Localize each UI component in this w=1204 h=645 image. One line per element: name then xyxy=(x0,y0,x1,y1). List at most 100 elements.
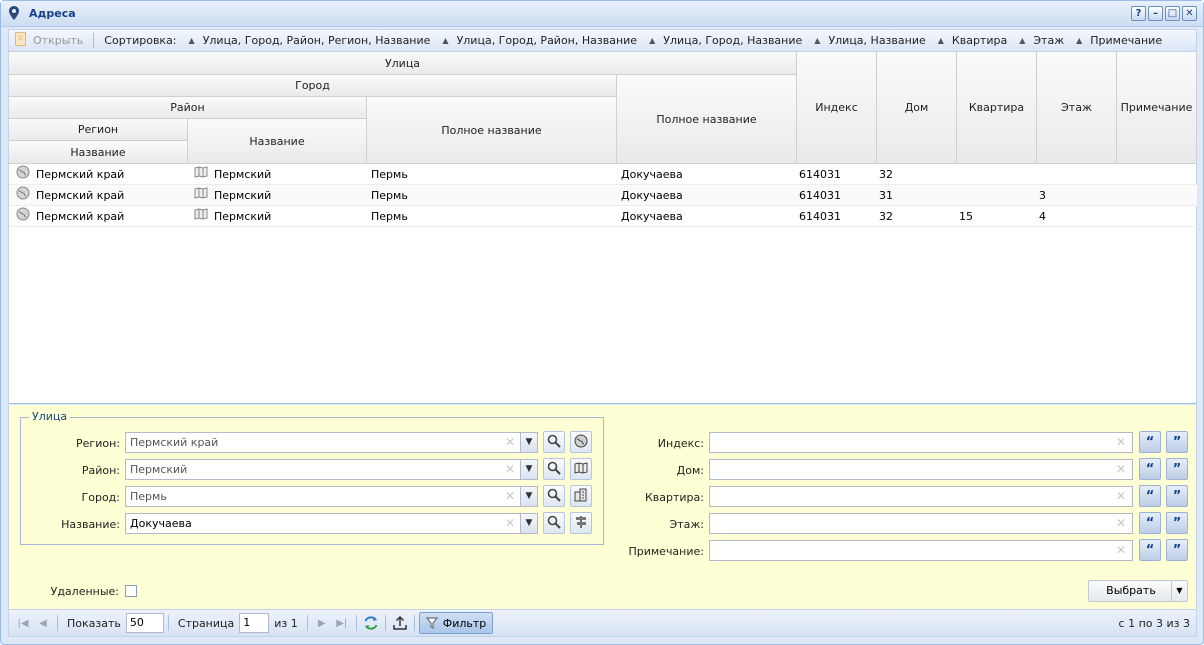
table-row[interactable]: Пермский край Пермский Пермь Докучаева 6… xyxy=(9,185,1197,206)
city-combo[interactable]: Пермь ✕ ▼ xyxy=(125,486,538,507)
clear-icon[interactable]: ✕ xyxy=(1116,487,1126,506)
chevron-down-icon[interactable]: ▼ xyxy=(520,487,537,506)
house-quote-open-button[interactable]: “ xyxy=(1139,458,1161,480)
search-icon xyxy=(547,434,561,451)
sort-option-5[interactable]: ▲ Квартира xyxy=(932,30,1013,51)
header-apartment[interactable]: Квартира xyxy=(957,52,1037,164)
sort-option-4[interactable]: ▲ Улица, Название xyxy=(808,30,931,51)
clear-icon[interactable]: ✕ xyxy=(1116,433,1126,452)
note-quote-close-button[interactable]: ” xyxy=(1166,539,1188,561)
header-region-name[interactable]: Название xyxy=(9,141,188,164)
search-icon xyxy=(547,515,561,532)
cell-region: Пермский край xyxy=(16,164,124,185)
clear-icon[interactable]: ✕ xyxy=(505,487,515,506)
header-street-full-name[interactable]: Полное название xyxy=(617,75,797,164)
index-quote-open-button[interactable]: “ xyxy=(1139,431,1161,453)
close-icon[interactable]: ✕ xyxy=(1182,6,1197,21)
page-size-input[interactable]: 50 xyxy=(125,613,164,633)
select-button[interactable]: Выбрать ▼ xyxy=(1088,580,1188,602)
apartment-field[interactable]: ✕ xyxy=(709,486,1133,507)
region-combo[interactable]: Пермский край ✕ ▼ xyxy=(125,432,538,453)
search-icon xyxy=(547,461,561,478)
export-icon[interactable] xyxy=(390,613,410,633)
apartment-quote-close-button[interactable]: ” xyxy=(1166,485,1188,507)
last-page-icon[interactable]: ▶| xyxy=(332,613,352,633)
deleted-checkbox[interactable] xyxy=(125,585,137,597)
header-city-full-name[interactable]: Полное название xyxy=(367,97,617,164)
clear-icon[interactable]: ✕ xyxy=(505,514,515,533)
note-quote-open-button[interactable]: “ xyxy=(1139,539,1161,561)
sort-option-1[interactable]: ▲ Улица, Город, Район, Регион, Название xyxy=(183,30,437,51)
region-search-button[interactable] xyxy=(543,431,565,453)
district-search-button[interactable] xyxy=(543,458,565,480)
index-quote-close-button[interactable]: ” xyxy=(1166,431,1188,453)
clear-icon[interactable]: ✕ xyxy=(1116,541,1126,560)
header-index[interactable]: Индекс xyxy=(797,52,877,164)
header-street[interactable]: Улица xyxy=(9,52,797,75)
first-page-icon[interactable]: |◀ xyxy=(13,613,33,633)
header-district-name[interactable]: Название xyxy=(188,119,367,164)
refresh-icon[interactable] xyxy=(361,613,381,633)
globe-icon xyxy=(16,186,30,207)
maximize-icon[interactable]: □ xyxy=(1165,6,1180,21)
sort-option-7[interactable]: ▲ Примечание xyxy=(1070,30,1168,51)
help-icon[interactable]: ? xyxy=(1131,6,1146,21)
house-field[interactable]: ✕ xyxy=(709,459,1133,480)
header-house[interactable]: Дом xyxy=(877,52,957,164)
header-floor[interactable]: Этаж xyxy=(1037,52,1117,164)
next-page-icon[interactable]: ▶ xyxy=(312,613,332,633)
minimize-icon[interactable]: – xyxy=(1148,6,1163,21)
globe-icon xyxy=(16,165,30,186)
apartment-label: Квартира: xyxy=(644,491,704,504)
house-quote-close-button[interactable]: ” xyxy=(1166,458,1188,480)
open-button[interactable]: Открыть xyxy=(9,30,89,51)
header-district[interactable]: Район xyxy=(9,97,367,119)
window-titlebar: Адреса ? – □ ✕ xyxy=(1,1,1203,27)
page-number-input[interactable]: 1 xyxy=(239,613,270,633)
floor-quote-close-button[interactable]: ” xyxy=(1166,512,1188,534)
street-fieldset: Улица Регион: Пермский край ✕ ▼ Район: П… xyxy=(20,410,604,545)
table-row[interactable]: Пермский край Пермский Пермь Докучаева 6… xyxy=(9,206,1197,227)
sort-option-6[interactable]: ▲ Этаж xyxy=(1013,30,1070,51)
region-label: Регион: xyxy=(76,437,120,450)
table-row[interactable]: Пермский край Пермский Пермь Докучаева 6… xyxy=(9,164,1197,185)
sort-option-3[interactable]: ▲ Улица, Город, Название xyxy=(643,30,808,51)
cell-district: Пермский xyxy=(194,164,271,185)
floor-field[interactable]: ✕ xyxy=(709,513,1133,534)
deleted-label: Удаленные: xyxy=(50,585,119,598)
index-field[interactable]: ✕ xyxy=(709,432,1133,453)
city-search-button[interactable] xyxy=(543,485,565,507)
cell-apartment: 15 xyxy=(959,210,973,223)
sort-option-2[interactable]: ▲ Улица, Город, Район, Название xyxy=(436,30,643,51)
chevron-down-icon[interactable]: ▼ xyxy=(1171,581,1187,601)
chevron-down-icon[interactable]: ▼ xyxy=(520,460,537,479)
header-city[interactable]: Город xyxy=(9,75,617,97)
chevron-down-icon[interactable]: ▼ xyxy=(520,433,537,452)
name-open-button[interactable] xyxy=(570,512,592,534)
clear-icon[interactable]: ✕ xyxy=(1116,460,1126,479)
city-open-button[interactable] xyxy=(570,485,592,507)
globe-icon xyxy=(574,434,588,451)
addresses-grid: Улица Город Полное название Район Полное… xyxy=(8,52,1197,404)
chevron-down-icon[interactable]: ▼ xyxy=(520,514,537,533)
district-combo[interactable]: Пермский ✕ ▼ xyxy=(125,459,538,480)
clear-icon[interactable]: ✕ xyxy=(505,433,515,452)
note-field[interactable]: ✕ xyxy=(709,540,1133,561)
map-book-icon xyxy=(194,165,208,186)
filter-toggle-button[interactable]: Фильтр xyxy=(418,612,494,634)
header-note[interactable]: Примечание xyxy=(1117,52,1197,164)
floor-quote-open-button[interactable]: “ xyxy=(1139,512,1161,534)
sort-asc-icon: ▲ xyxy=(649,36,656,45)
page-label: Страница xyxy=(177,616,235,630)
filter-panel: Улица Регион: Пермский край ✕ ▼ Район: П… xyxy=(8,405,1197,609)
prev-page-icon[interactable]: ◀ xyxy=(33,613,53,633)
clear-icon[interactable]: ✕ xyxy=(1116,514,1126,533)
region-open-button[interactable] xyxy=(570,431,592,453)
apartment-quote-open-button[interactable]: “ xyxy=(1139,485,1161,507)
clear-icon[interactable]: ✕ xyxy=(505,460,515,479)
header-region[interactable]: Регион xyxy=(9,119,188,141)
district-open-button[interactable] xyxy=(570,458,592,480)
name-combo[interactable]: Докучаева ✕ ▼ xyxy=(125,513,538,534)
name-search-button[interactable] xyxy=(543,512,565,534)
cell-city: Пермь xyxy=(371,168,408,181)
